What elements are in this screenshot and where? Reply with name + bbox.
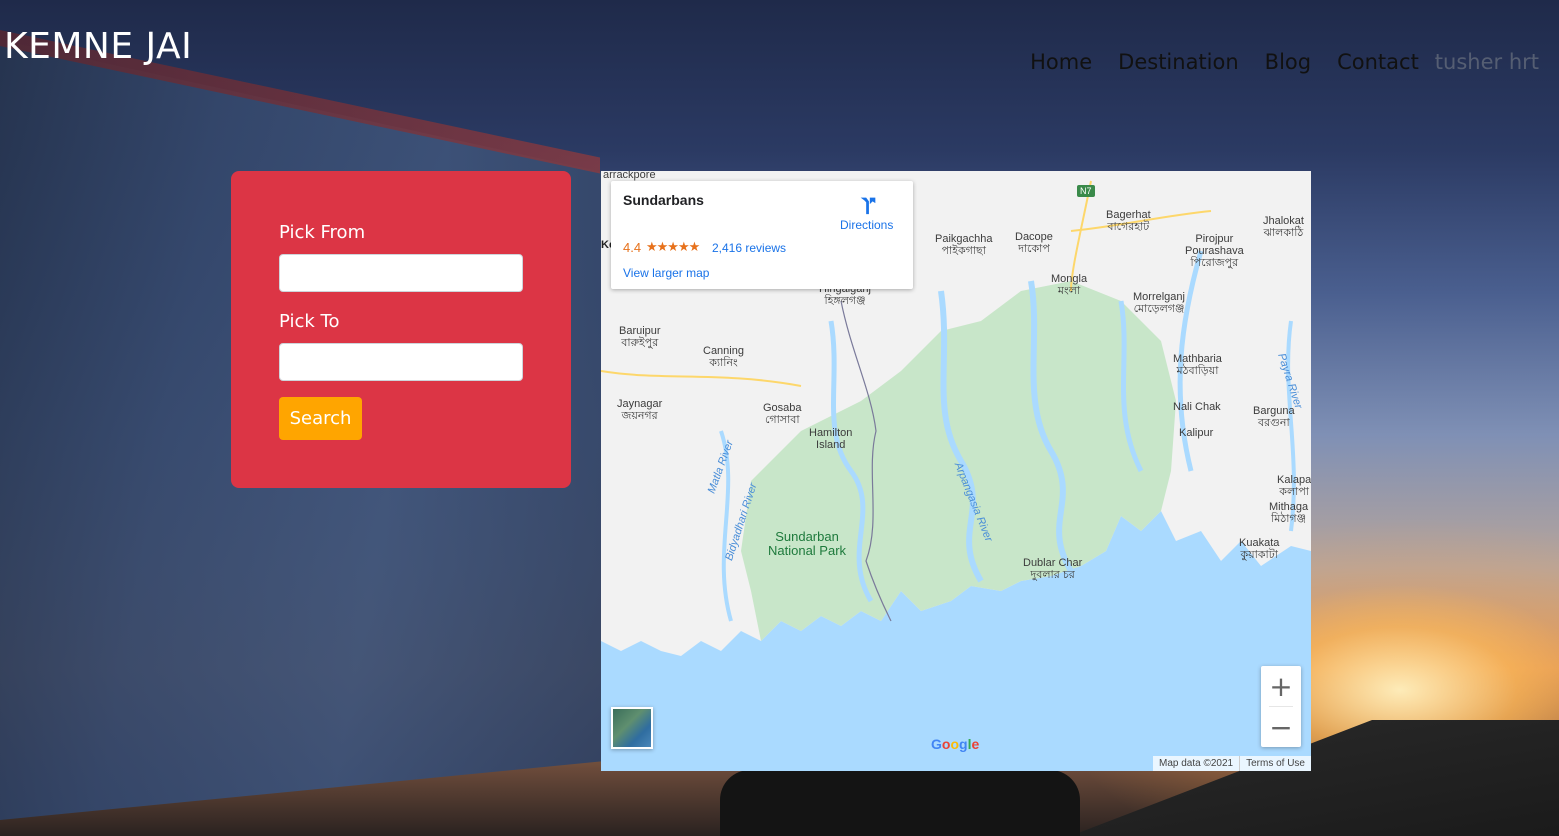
nav-destination[interactable]: Destination [1118,50,1239,74]
embedded-map[interactable]: arrackpore Ko Paikgachha পাইকগাছা Dacope… [601,171,1311,771]
map-label: Morrelganj মোড়েলগঞ্জ [1133,291,1185,315]
zoom-in-button[interactable]: + [1261,666,1301,706]
map-label: Jaynagar জয়নগর [617,398,663,422]
view-larger-map-link[interactable]: View larger map [623,266,709,280]
map-data-text: Map data ©2021 [1159,758,1234,769]
google-logo: Google [931,736,980,752]
map-road-shield: N7 [1077,185,1095,197]
map-label: Kalipur [1179,427,1214,439]
map-label: Bagerhat বাগেরহাট [1106,209,1151,233]
map-label: Kuakata কুয়াকাটা [1239,537,1280,561]
page: KEMNE JAI Home Destination Blog Contact … [0,0,1559,836]
map-label: Mathbaria মঠবাড়িয়া [1173,353,1222,377]
nav-contact[interactable]: Contact [1337,50,1419,74]
map-label: Pirojpur Pourashava পিরোজপুর [1185,233,1244,269]
place-info-card: Sundarbans 4.4 ★★★★★ 2,416 reviews View … [611,181,913,289]
pick-to-input[interactable] [279,343,523,381]
map-label: Mithaga মিঠাগঞ্জ [1269,501,1309,525]
map-label: Jhalokat ঝালকাঠি [1263,215,1304,239]
directions-label[interactable]: Directions [840,218,893,232]
nav-home[interactable]: Home [1030,50,1092,74]
map-label: Dublar Char দুবলার চর [1023,557,1083,581]
map-label: arrackpore [603,171,656,181]
map-label: Paikgachha পাইকগাছা [935,233,993,257]
map-label: Barguna বরগুনা [1253,405,1295,429]
map-label: Dacope দাকোপ [1015,231,1053,255]
pick-to-label: Pick To [279,311,340,332]
map-label: Hamilton Island [809,427,853,451]
zoom-controls: + − [1261,666,1301,747]
nav-blog[interactable]: Blog [1265,50,1311,74]
rating-stars-icon: ★★★★★ [646,239,700,254]
pick-from-input[interactable] [279,254,523,292]
terms-of-use-link[interactable]: Terms of Use [1239,756,1311,771]
map-attribution: Map data ©2021 Terms of Use [1153,756,1311,771]
map-label: Nali Chak [1173,401,1221,413]
pick-from-label: Pick From [279,222,366,243]
place-rating: 4.4 [623,240,642,255]
zoom-out-button[interactable]: − [1261,707,1301,747]
truck-wheels-background [720,770,1080,836]
map-label: Sundarban National Park [768,529,847,558]
brand-logo[interactable]: KEMNE JAI [4,26,192,67]
directions-icon[interactable] [857,194,879,216]
search-button[interactable]: Search [279,397,362,440]
satellite-toggle-button[interactable] [611,707,653,749]
map-label: Canning ক্যানিং [703,345,744,369]
main-nav: Home Destination Blog Contact tusher hrt [1030,50,1539,74]
map-label: Mongla মংলা [1051,273,1088,297]
search-card: Pick From Pick To Search [231,171,571,488]
reviews-link[interactable]: 2,416 reviews [712,241,786,255]
nav-user[interactable]: tusher hrt [1435,50,1539,74]
map-label: Gosaba গোসাবা [763,402,802,426]
map-label: Baruipur বারুইপুর [619,325,661,349]
place-name: Sundarbans [623,192,704,208]
map-label: Kalapa কলাপা [1277,474,1311,498]
